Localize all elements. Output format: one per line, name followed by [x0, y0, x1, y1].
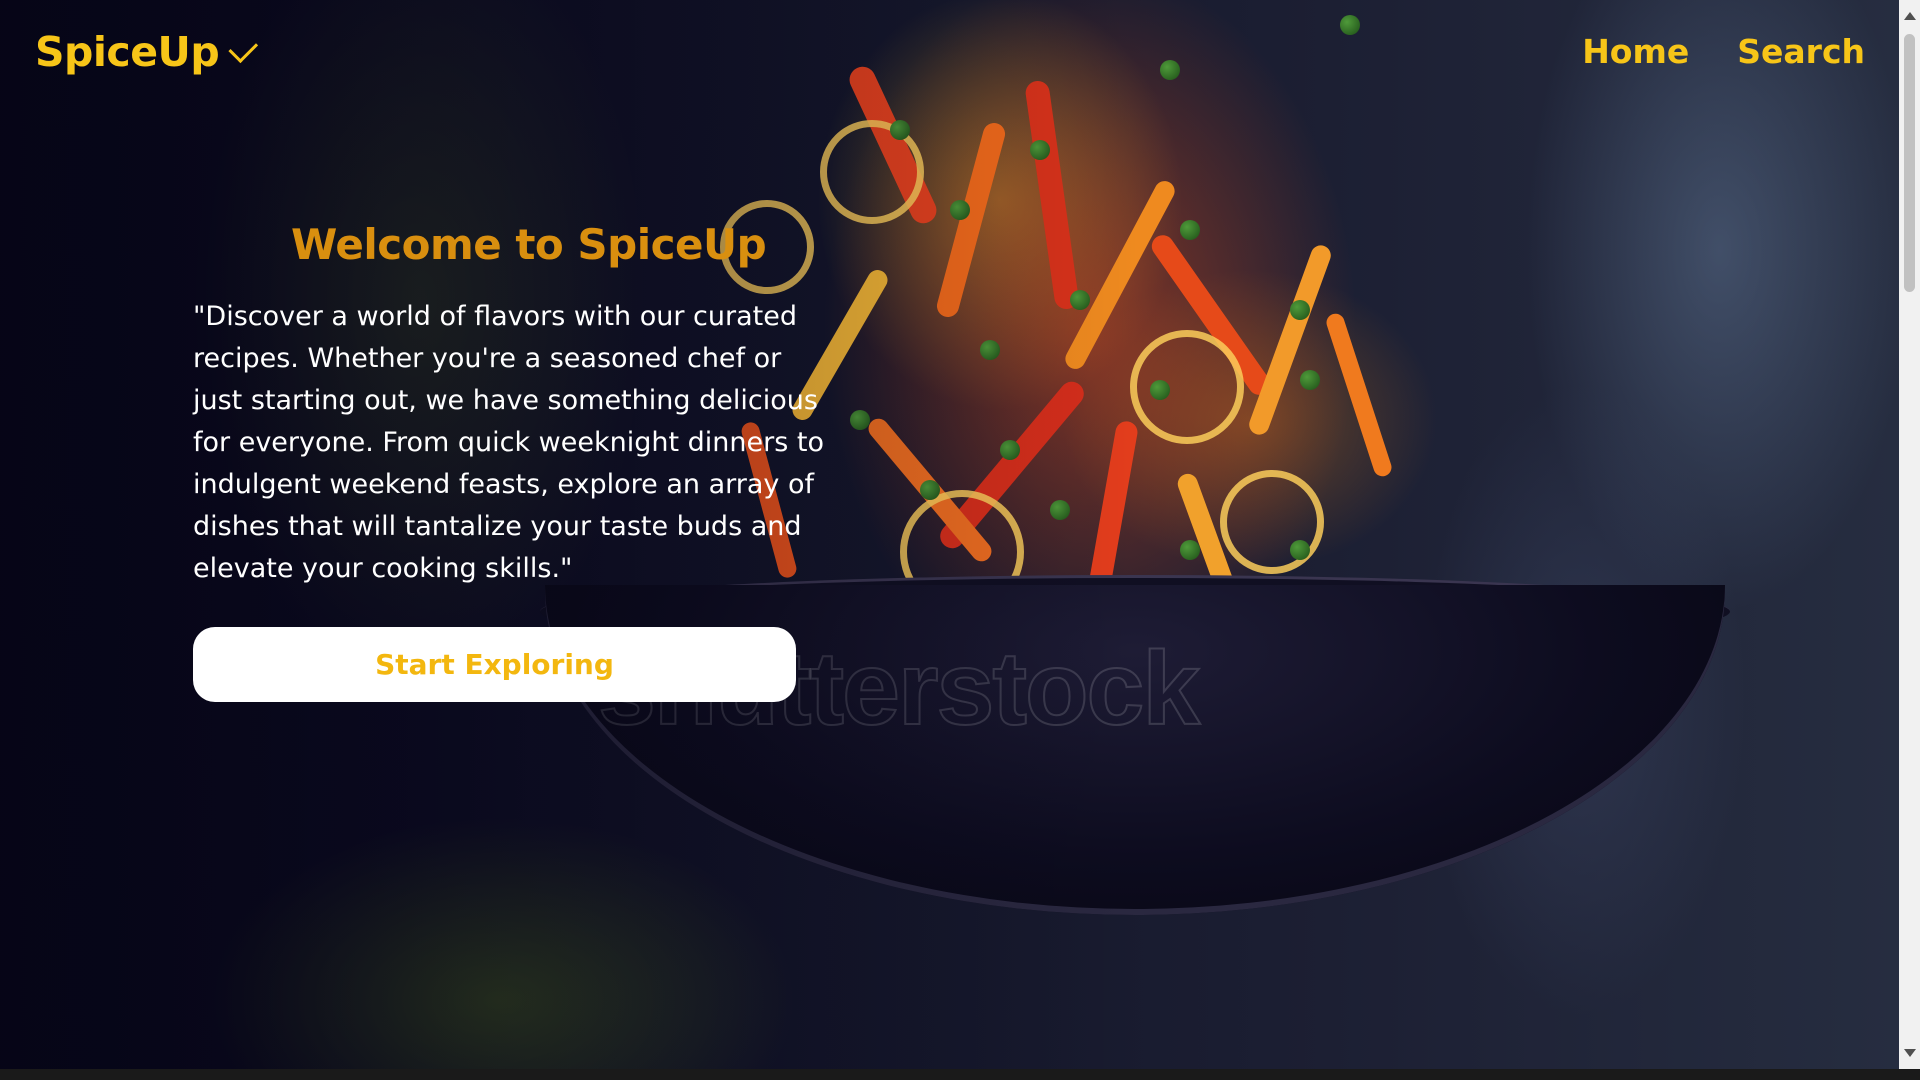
scroll-up-arrow-icon[interactable]: [1904, 12, 1916, 20]
vertical-scrollbar[interactable]: [1899, 0, 1920, 1069]
start-exploring-button[interactable]: Start Exploring: [193, 627, 796, 702]
page-viewport: shutterstock SpiceUp Home Search Welcome…: [0, 0, 1899, 1069]
hero-title: Welcome to SpiceUp: [291, 220, 767, 269]
scroll-down-arrow-icon[interactable]: [1904, 1049, 1916, 1057]
hero-description: "Discover a world of flavors with our cu…: [193, 301, 824, 584]
nav-home-link[interactable]: Home: [1582, 32, 1689, 71]
bottom-edge: [0, 1069, 1920, 1080]
check-icon: [228, 32, 259, 63]
brand-logo[interactable]: SpiceUp: [35, 28, 260, 76]
main-nav: Home Search: [1582, 32, 1865, 71]
brand-name: SpiceUp: [35, 28, 220, 76]
nav-search-link[interactable]: Search: [1737, 32, 1865, 71]
scroll-thumb[interactable]: [1904, 34, 1915, 292]
